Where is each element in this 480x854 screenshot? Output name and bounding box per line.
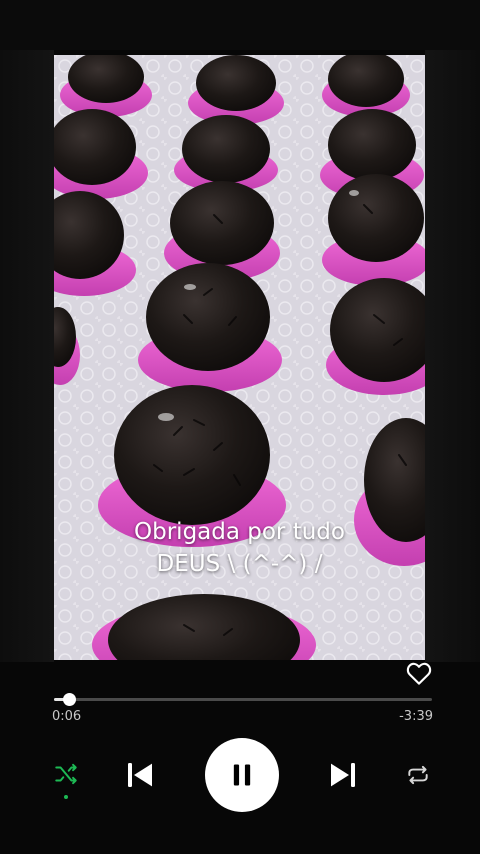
shuffle-active-indicator — [64, 795, 68, 799]
brigadeiro — [322, 55, 410, 117]
skip-next-icon — [331, 763, 355, 787]
next-button[interactable] — [325, 757, 361, 793]
brigadeiro — [60, 55, 152, 117]
progress-thumb[interactable] — [63, 693, 77, 706]
repeat-icon — [408, 765, 428, 785]
skip-previous-icon — [128, 763, 152, 787]
shuffle-button[interactable] — [50, 758, 82, 790]
caption-line-1: Obrigada por tudo — [134, 519, 345, 545]
remaining-time: -3:39 — [399, 709, 433, 724]
caption-line-2: DEUS \ (^-^) / — [156, 551, 323, 577]
now-playing-screen: Obrigada por tudo DEUS \ (^-^) / 0:06 -3… — [0, 0, 480, 854]
repeat-button[interactable] — [402, 759, 434, 791]
video-caption: Obrigada por tudo DEUS \ (^-^) / — [54, 516, 425, 580]
heart-outline-icon — [406, 662, 432, 685]
pause-icon — [233, 764, 251, 786]
backdrop-right — [425, 50, 480, 662]
playback-progress-bar[interactable] — [54, 693, 432, 706]
shuffle-icon — [55, 763, 77, 785]
like-button[interactable] — [404, 658, 434, 688]
top-bar — [0, 0, 480, 50]
backdrop-left — [0, 50, 54, 662]
previous-button[interactable] — [122, 757, 158, 793]
play-pause-button[interactable] — [205, 738, 279, 812]
elapsed-time: 0:06 — [52, 709, 82, 724]
